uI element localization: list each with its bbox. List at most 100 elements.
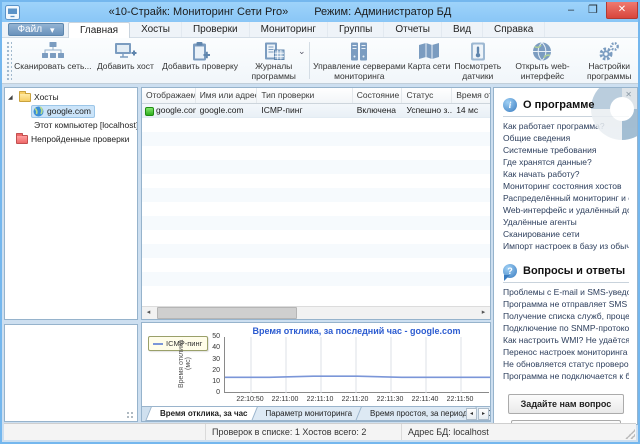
- help-link[interactable]: Где хранятся данные?: [503, 156, 629, 168]
- tab-glavnaya[interactable]: Главная: [68, 22, 130, 38]
- chart-tab-label: Параметр мониторинга: [266, 409, 353, 418]
- col-check-type[interactable]: Тип проверки: [257, 88, 352, 103]
- faq-link[interactable]: Получение списка служб, процессов...: [503, 310, 629, 322]
- status-counts: Проверок в списке: 1 Хостов всего: 2: [205, 424, 401, 440]
- monitoring-servers-button[interactable]: Управление серверами мониторинга: [312, 38, 408, 83]
- menu-tabs: Главная Хосты Проверки Мониторинг Группы…: [68, 22, 545, 37]
- tab-hosty[interactable]: Хосты: [130, 22, 182, 37]
- toolbar-grip: [6, 41, 12, 80]
- scroll-right-icon[interactable]: ▸: [477, 307, 490, 319]
- status-bar: Проверок в списке: 1 Хостов всего: 2 Адр…: [4, 423, 636, 440]
- add-host-icon: [113, 40, 137, 62]
- y-tick: 40: [194, 344, 220, 351]
- cell-status: Успешно з...: [402, 104, 452, 117]
- chart-tab-label: Время простоя, за период: [370, 409, 467, 418]
- chart-tab-label: Время отклика, за час: [160, 409, 248, 418]
- y-tick: 30: [194, 356, 220, 363]
- scan-network-button[interactable]: Сканировать сеть...: [14, 38, 92, 83]
- cell-state: Включена: [353, 104, 403, 117]
- scrollbar-thumb[interactable]: [157, 307, 297, 319]
- help-link[interactable]: Сканирование сети: [503, 228, 629, 240]
- program-logs-button[interactable]: Журналы программы ⌄: [241, 38, 307, 83]
- faq-link[interactable]: Подключение по SNMP-протоколу: [503, 322, 629, 334]
- tree-node-hosts[interactable]: ◢ Хосты: [5, 90, 137, 104]
- panel-grip-icon: [126, 411, 134, 419]
- view-sensors-icon: [466, 40, 490, 62]
- tab-otchety[interactable]: Отчеты: [384, 22, 442, 37]
- tab-gruppy[interactable]: Группы: [328, 22, 384, 37]
- faq-link[interactable]: Не обновляется статус проверок в ко...: [503, 358, 629, 370]
- tab-scroll-right-icon[interactable]: ▸: [478, 408, 489, 420]
- ask-question-button[interactable]: Задайте нам вопрос: [508, 394, 625, 414]
- help-link[interactable]: Web-интерфейс и удалённый доступ: [503, 204, 629, 216]
- logs-dropdown-icon[interactable]: ⌄: [298, 46, 306, 57]
- help-link[interactable]: Как начать работу?: [503, 168, 629, 180]
- about-title: О программе: [523, 99, 595, 111]
- add-check-label: Добавить проверку: [162, 62, 238, 72]
- scroll-left-icon[interactable]: ◂: [142, 307, 155, 319]
- tab-monitoring[interactable]: Мониторинг: [250, 22, 328, 37]
- expander-icon[interactable]: ◢: [8, 94, 16, 101]
- cell-display-name-text: google.com: [156, 105, 196, 117]
- tree-node-google[interactable]: google.com: [5, 104, 137, 118]
- faq-link[interactable]: Как настроить WMI? Не удаётся наст...: [503, 334, 629, 346]
- tree-node-failed-checks[interactable]: Непройденные проверки: [5, 132, 137, 146]
- chart-tab-strip: Время отклика, за час Параметр мониторин…: [142, 406, 490, 421]
- col-display-name[interactable]: Отображаемо...: [142, 88, 196, 103]
- col-response-time[interactable]: Время откл: [452, 88, 490, 103]
- monitoring-servers-label: Управление серверами мониторинга: [312, 62, 408, 81]
- add-check-button[interactable]: Добавить проверку: [159, 38, 241, 83]
- network-map-icon: [417, 40, 441, 62]
- info-icon: i: [503, 98, 517, 112]
- chart-plot-area: [224, 337, 489, 393]
- network-map-label: Карта сети: [408, 62, 450, 72]
- chart-tab-parameter[interactable]: Параметр мониторинга: [254, 407, 365, 421]
- faq-section-header: ? Вопросы и ответы: [503, 264, 629, 278]
- chart-y-axis-label: Время отклика (мс): [178, 333, 192, 395]
- divider: [503, 282, 629, 283]
- add-host-label: Добавить хост: [97, 62, 154, 72]
- table-row[interactable]: google.com google.com ICMP-пинг Включена…: [142, 104, 490, 118]
- maximize-button[interactable]: ❐: [582, 2, 604, 18]
- horizontal-scrollbar[interactable]: ◂ ▸: [142, 306, 490, 319]
- folder-icon: [19, 93, 31, 102]
- file-menu-button[interactable]: Файл ▾: [8, 23, 64, 36]
- y-tick: 10: [194, 378, 220, 385]
- program-settings-button[interactable]: Настройки программы: [580, 38, 638, 83]
- col-status[interactable]: Статус: [402, 88, 452, 103]
- help-link[interactable]: Системные требования: [503, 144, 629, 156]
- help-link[interactable]: Удалённые агенты: [503, 216, 629, 228]
- x-tick: 22:11:50: [438, 396, 482, 403]
- response-chart-panel: Время отклика, за последний час - google…: [141, 322, 491, 422]
- y-tick: 0: [194, 389, 220, 396]
- resize-grip-icon[interactable]: [625, 429, 635, 439]
- faq-link[interactable]: Перенос настроек мониторинга на д...: [503, 346, 629, 358]
- menu-tab-row: Файл ▾ Главная Хосты Проверки Мониторинг…: [2, 22, 638, 38]
- faq-link[interactable]: Программа не отправляет SMS: [503, 298, 629, 310]
- tree-node-localhost[interactable]: Этот компьютер [localhost]: [5, 118, 137, 132]
- network-map-button[interactable]: Карта сети: [407, 38, 451, 83]
- chart-title: Время отклика, за последний час - google…: [224, 326, 489, 336]
- add-host-button[interactable]: Добавить хост: [92, 38, 160, 83]
- scan-network-icon: [41, 40, 65, 62]
- close-button[interactable]: ✕: [606, 2, 638, 19]
- col-state[interactable]: Состояние: [353, 88, 403, 103]
- help-link[interactable]: Распределённый мониторинг и серв...: [503, 192, 629, 204]
- chart-tab-downtime[interactable]: Время простоя, за период: [358, 407, 479, 421]
- col-host[interactable]: Имя или адрес хо...: [196, 88, 258, 103]
- help-link[interactable]: Импорт настроек в базу из обычной ...: [503, 240, 629, 252]
- tab-scroll-left-icon[interactable]: ◂: [466, 408, 477, 420]
- tab-vid[interactable]: Вид: [442, 22, 483, 37]
- program-settings-label: Настройки программы: [580, 62, 638, 81]
- tab-spravka[interactable]: Справка: [483, 22, 545, 37]
- open-web-interface-button[interactable]: Открыть web-интерфейс: [505, 38, 581, 83]
- view-sensors-button[interactable]: Посмотреть датчики: [451, 38, 505, 83]
- faq-link[interactable]: Программа не подключается к базе ...: [503, 370, 629, 382]
- toolbar-separator: [309, 42, 310, 79]
- faq-link[interactable]: Проблемы с E-mail и SMS-уведомле...: [503, 286, 629, 298]
- help-link[interactable]: Мониторинг состояния хостов: [503, 180, 629, 192]
- question-icon: ?: [503, 264, 517, 278]
- tab-proverki[interactable]: Проверки: [182, 22, 250, 37]
- chart-tab-response-hour[interactable]: Время отклика, за час: [148, 407, 260, 421]
- minimize-button[interactable]: –: [560, 2, 582, 18]
